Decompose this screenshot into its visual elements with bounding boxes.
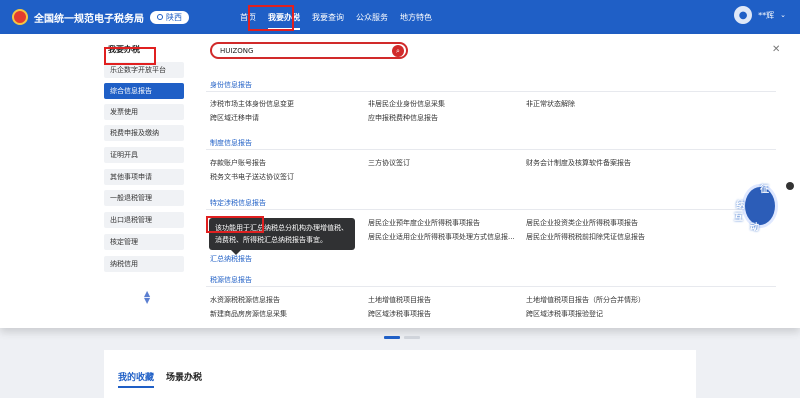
section-title-identity: 身份信息报告: [210, 81, 252, 89]
sidebar-item-declaration[interactable]: 税费申报及缴纳: [104, 125, 184, 141]
sidebar-item-assessment[interactable]: 核定管理: [104, 234, 184, 250]
sidebar-item-export-refund[interactable]: 出口退税管理: [104, 212, 184, 228]
close-icon[interactable]: ✕: [772, 44, 780, 55]
tab-my-favorites[interactable]: 我的收藏: [118, 370, 155, 388]
search-input[interactable]: HUIZONG ⌕: [210, 42, 408, 59]
link-e-delivery[interactable]: 税务文书电子送达协议签订: [210, 172, 294, 182]
link-abnormal-release[interactable]: 非正常状态解除: [526, 99, 575, 109]
pager-dot[interactable]: [384, 336, 400, 339]
link-water-resource[interactable]: 水资源税税源信息报告: [210, 295, 280, 305]
nav-local-features[interactable]: 地方特色: [394, 0, 438, 34]
sidebar-item-refund[interactable]: 一般退税管理: [104, 190, 184, 206]
divider: [206, 209, 776, 210]
section-title-system: 制度信息报告: [210, 139, 252, 147]
divider: [206, 149, 776, 150]
close-dot-icon[interactable]: [786, 182, 794, 190]
nav-highlight-box: [248, 5, 294, 31]
site-title: 全国统一规范电子税务局: [34, 13, 144, 25]
sidebar-item-info-report[interactable]: 综合信息报告: [104, 83, 184, 99]
sidebar-highlight-box: [104, 47, 156, 65]
region-label: 陕西: [166, 12, 182, 22]
link-nonresident-collect[interactable]: 非居民企业身份信息采集: [368, 99, 445, 109]
scroll-arrows-icon[interactable]: ▲ ▼: [144, 290, 150, 305]
tab-scenario-tax[interactable]: 场景办税: [166, 370, 202, 383]
location-pin-icon: [157, 14, 163, 20]
sidebar-item-other-requests[interactable]: 其他事项申请: [104, 169, 184, 185]
assistant-char: 动: [750, 223, 760, 233]
link-bank-account[interactable]: 存款账户账号报告: [210, 158, 266, 168]
link-cross-region-report[interactable]: 跨区域涉税事项报告: [368, 309, 431, 319]
link-cross-region-migration[interactable]: 跨区域迁移申请: [210, 113, 259, 123]
region-selector[interactable]: 陕西: [150, 10, 189, 24]
favorites-card: 我的收藏 场景办税: [104, 350, 696, 398]
search-value: HUIZONG: [220, 46, 254, 55]
assistant-widget[interactable]: 征 纳 互 动: [730, 180, 794, 233]
user-name: **辉: [758, 10, 775, 20]
user-avatar-icon: ●: [734, 6, 753, 24]
link-annual-income-tax[interactable]: 居民企业预年度企业所得税事项报告: [368, 218, 480, 228]
nav-query[interactable]: 我要查询: [306, 0, 350, 34]
link-accounting-system[interactable]: 财务会计制度及核算软件备案报告: [526, 158, 631, 168]
link-income-tax-treatment[interactable]: 居民企业适用企业所得税事项处理方式信息报...: [368, 232, 515, 242]
link-highlight-box: [206, 216, 264, 233]
link-land-vat-project[interactable]: 土地增值税项目报告: [368, 295, 431, 305]
nav-public-service[interactable]: 公众服务: [350, 0, 394, 34]
sidebar-item-certificate[interactable]: 证明开具: [104, 147, 184, 163]
sidebar-item-credit[interactable]: 纳税信用: [104, 256, 184, 272]
divider: [206, 91, 776, 92]
sidebar-item-invoice[interactable]: 发票使用: [104, 104, 184, 120]
link-new-housing[interactable]: 新建商品房房源信息采集: [210, 309, 287, 319]
assistant-char: 征: [760, 185, 770, 195]
brand[interactable]: 全国统一规范电子税务局 陕西: [12, 9, 212, 25]
pager-dot[interactable]: [404, 336, 420, 339]
carousel-pager[interactable]: [384, 336, 424, 339]
link-identity-change[interactable]: 涉税市场主体身份信息变更: [210, 99, 294, 109]
link-consolidated-tax-report[interactable]: 汇总纳税报告: [210, 254, 252, 264]
mega-menu-panel: 我要办税 乐企数字开放平台 综合信息报告 发票使用 税费申报及缴纳 证明开具 其…: [0, 34, 800, 328]
user-menu[interactable]: ● **辉 ⌄: [734, 6, 786, 24]
category-sidebar: 我要办税 乐企数字开放平台 综合信息报告 发票使用 税费申报及缴纳 证明开具 其…: [98, 34, 192, 328]
link-deduction-voucher[interactable]: 居民企业所得税税前扣除凭证信息报告: [526, 232, 645, 242]
assistant-char: 互: [734, 213, 744, 223]
search-icon[interactable]: ⌕: [392, 45, 404, 57]
chevron-down-icon: ⌄: [780, 11, 786, 19]
link-land-vat-merge[interactable]: 土地增值税项目报告（所分合并情形）: [526, 295, 645, 305]
link-tripartite-agreement[interactable]: 三方协议签订: [368, 158, 410, 168]
divider: [206, 286, 776, 287]
link-cross-region-verify[interactable]: 跨区域涉税事项报验登记: [526, 309, 603, 319]
link-investment-income-tax[interactable]: 居民企业投资类企业所得税事项报告: [526, 218, 638, 228]
section-title-tax-source: 税源信息报告: [210, 276, 252, 284]
link-tax-type-report[interactable]: 应申报税费种信息报告: [368, 113, 438, 123]
tooltip-line: 消费税、所得税汇总纳税报告事宜。: [215, 236, 327, 244]
tax-emblem-icon: [12, 9, 28, 25]
top-nav-bar: 全国统一规范电子税务局 陕西 首页 我要办税 我要查询 公众服务 地方特色 ● …: [0, 0, 800, 34]
section-title-specific: 特定涉税信息报告: [210, 199, 266, 207]
